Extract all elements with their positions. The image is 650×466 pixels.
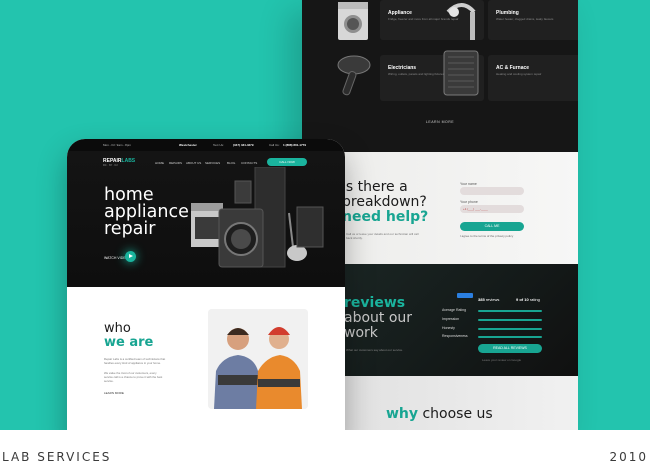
name-input[interactable]	[460, 187, 524, 195]
who-paragraph: We value the trust of our customers, eve…	[104, 371, 163, 383]
review-rating: 9 of 10 rating	[516, 297, 540, 302]
service-title: Appliance	[388, 10, 412, 16]
who-title-accent: we are	[104, 335, 154, 350]
nav-blog[interactable]: BLOG	[227, 161, 235, 165]
text-us-label: Text Us:	[213, 143, 224, 147]
who-title-line: who	[104, 321, 131, 336]
nav-services[interactable]: SERVICES	[205, 161, 220, 165]
logo-accent: LABS	[121, 158, 136, 164]
play-icon[interactable]	[125, 251, 136, 262]
rating-bar	[478, 310, 542, 312]
phone-label: Your phone	[460, 200, 478, 204]
text-us-phone[interactable]: (347) 434-4279	[233, 143, 254, 147]
review-rating-value: 9 of 10	[516, 297, 529, 302]
project-name: LAB SERVICES	[2, 450, 112, 464]
call-me-button[interactable]: CALL ME	[460, 222, 524, 231]
help-title-line: is there a	[342, 179, 408, 195]
rating-row-label: Impression	[442, 317, 460, 321]
service-card-plumbing[interactable]: Plumbing Water heater, clogged drains, l…	[446, 0, 578, 40]
reviews-text: What our customers say about our service…	[346, 348, 404, 352]
nav-about[interactable]: ABOUT US	[186, 161, 201, 165]
service-title: Electricians	[388, 65, 417, 71]
reviews-title-line: work	[344, 325, 378, 341]
read-reviews-button[interactable]: READ ALL REVIEWS	[478, 344, 542, 353]
front-page-mockup: Mon - Fri: 9am - 8pm Westchester Text Us…	[67, 139, 345, 430]
washer-icon	[338, 2, 368, 40]
logo-subtitle: DC · NY · NJ	[103, 164, 118, 167]
learn-more-link[interactable]: LEARN MORE	[302, 120, 578, 124]
footer: LAB SERVICES 2010	[0, 430, 650, 466]
hair-dryer-icon	[337, 55, 371, 96]
rating-bar	[478, 336, 542, 338]
rating-row-label: Average Rating	[442, 308, 467, 312]
hours-text: Mon - Fri: 9am - 8pm	[103, 143, 132, 147]
showcase-canvas: Appliance Fridge, freezer and more from …	[0, 0, 650, 430]
nav-contacts[interactable]: CONTACTS	[241, 161, 257, 165]
technicians-photo	[208, 309, 308, 409]
top-bar: Mon - Fri: 9am - 8pm Westchester Text Us…	[67, 139, 345, 151]
help-title-line: breakdown?	[342, 194, 427, 210]
nav-repairs[interactable]: REPAIRS	[169, 161, 182, 165]
nav-home[interactable]: HOME	[155, 161, 164, 165]
rating-bar	[478, 319, 542, 321]
service-card-ac-furnace[interactable]: AC & Furnace Heating and cooling system …	[443, 50, 578, 101]
project-year: 2010	[609, 450, 648, 464]
service-title: AC & Furnace	[496, 65, 530, 71]
help-text: Call us or leave your details and our te…	[346, 232, 419, 240]
rating-bar	[478, 328, 542, 330]
service-title: Plumbing	[496, 10, 519, 16]
why-rest: choose us	[422, 406, 493, 422]
learn-more-link[interactable]: LEARN MORE	[104, 391, 124, 395]
rating-row-label: Honesty	[442, 326, 455, 330]
review-count-label: reviews	[485, 297, 500, 302]
review-rating-label: rating	[529, 297, 540, 302]
who-paragraph: Repair Labs is a certified team of techn…	[104, 357, 166, 365]
help-title-accent: need help?	[342, 209, 429, 225]
call-now-button[interactable]: CALL NOW	[267, 158, 307, 166]
privacy-checkbox[interactable]: I agree to the terms of the privacy poli…	[460, 234, 513, 238]
why-us-title: why choose us	[386, 406, 493, 422]
reviews-note: Leave your review on Google	[482, 358, 522, 362]
service-desc: Water heater, clogged drains, leaky fauc…	[496, 17, 554, 21]
call-us-phone[interactable]: 1 (888) 801-1779	[283, 143, 306, 147]
rating-row-label: Responsiveness	[442, 334, 468, 338]
review-count-value: 385	[478, 297, 485, 302]
appliances-illustration	[191, 167, 324, 268]
google-badge	[457, 293, 473, 298]
ac-unit-icon	[443, 50, 479, 96]
phone-input[interactable]: +1 (___) ___-____	[460, 205, 524, 213]
hero-title-line: repair	[104, 219, 156, 239]
reviews-title-line: about our	[344, 310, 413, 326]
call-us-label: Call Us:	[269, 143, 280, 147]
review-count: 385 reviews	[478, 297, 499, 302]
why-accent: why	[386, 406, 419, 422]
faucet-icon	[446, 3, 476, 40]
service-desc: Heating and cooling system repair	[496, 72, 542, 76]
name-label: Your name	[460, 182, 477, 186]
reviews-title-accent: reviews	[344, 295, 406, 311]
location-text: Westchester	[179, 143, 197, 147]
